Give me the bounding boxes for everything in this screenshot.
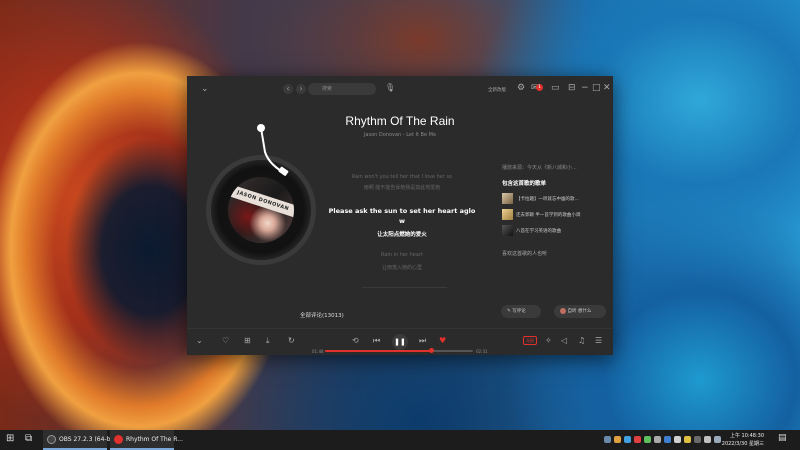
lyric-active-line-wrap: w	[398, 217, 405, 225]
settings-icon[interactable]: ⚙	[517, 84, 525, 93]
search-input[interactable]	[308, 83, 376, 95]
playlists-heading: 包含这首歌的歌单	[502, 181, 547, 187]
write-comment-label: 写评论	[512, 309, 526, 314]
obs-icon	[47, 435, 56, 444]
clock-date: 2022/3/30 星期三	[721, 441, 764, 447]
taskbar-app-music[interactable]: Rhythm Of The R...	[110, 430, 183, 450]
lyric-next-line: Rain in her heart	[381, 252, 423, 258]
like-heart-icon[interactable]: ♡	[222, 337, 229, 345]
progress-fill	[325, 350, 432, 352]
heart-mode-icon[interactable]: ♥	[439, 337, 446, 345]
tray-app-icon[interactable]	[664, 436, 671, 443]
tray-app-icon[interactable]	[684, 436, 691, 443]
time-total: 02:31	[476, 349, 488, 354]
repeat-icon[interactable]: ⟲	[352, 337, 359, 345]
write-comment-button[interactable]: ✎ 写评论	[501, 305, 541, 318]
tray-app-icon[interactable]	[614, 436, 621, 443]
quality-badge[interactable]: 无损	[523, 336, 537, 345]
player-bar: ⌄ ♡ ⊞ ⤓ ↻ ⟲ ⏮ ❚❚ ⏭ ♥ 01:48 02:31 无损 ✧ ◁ …	[187, 328, 613, 355]
clock[interactable]: 上午 10:48:30 2022/3/30 星期三	[722, 432, 764, 448]
playlist-label: 【卡拉趣】一听就忘中幽的歌...	[516, 197, 579, 202]
lyric-divider	[362, 287, 447, 288]
clock-time: 上午 10:48:30	[729, 433, 764, 439]
tray-app-icon[interactable]	[654, 436, 661, 443]
tray-app-icon[interactable]	[674, 436, 681, 443]
music-player-window: ⌄ ‹ › ⌕ 🎙 全新改版 ⚙ ✉ 1 ▭ ⊟ − □ ✕ Rhythm Of…	[187, 76, 613, 355]
progress-bar[interactable]	[325, 348, 473, 353]
forward-button[interactable]: ›	[296, 84, 306, 94]
lyric-prev-line: Rain won't you tell her that I love her …	[351, 174, 453, 180]
notification-icon[interactable]: ▤	[778, 434, 787, 443]
mini-mode-icon[interactable]: ⊟	[568, 84, 576, 93]
playlist-item[interactable]: 还去郭颖 半一首学到的歌曲小调	[502, 209, 602, 221]
windows-start-icon[interactable]: ⊞	[6, 434, 14, 444]
volume-icon[interactable]: ◁	[561, 337, 567, 345]
progress-knob[interactable]	[429, 348, 435, 353]
play-source-text[interactable]: 播放来源：今天从《新八城和小...	[502, 164, 577, 171]
time-current: 01:48	[312, 349, 324, 354]
next-track-icon[interactable]: ⏭	[419, 337, 426, 345]
download-icon[interactable]: ⤓	[266, 337, 270, 345]
taskbar-app-obs[interactable]: OBS 27.2.3 (64-bi...	[43, 430, 118, 450]
title-bar: ⌄ ‹ › ⌕ 🎙 全新改版 ⚙ ✉ 1 ▭ ⊟ − □ ✕	[187, 76, 613, 102]
microphone-icon[interactable]: 🎙	[385, 84, 395, 92]
taskbar-app-label: OBS 27.2.3 (64-bi...	[59, 436, 118, 443]
message-badge: 1	[536, 84, 543, 91]
playlist-thumbnail	[502, 193, 513, 204]
close-icon[interactable]: ✕	[603, 84, 611, 93]
listen-together-icon[interactable]: ♫	[578, 337, 585, 345]
similar-listeners-heading[interactable]: 喜欢这首歌的人也听	[502, 250, 547, 257]
minimize-icon[interactable]: −	[581, 84, 589, 93]
lyric-active-line: Please ask the sun to set her heart aglo	[328, 207, 476, 215]
tray-app-icon[interactable]	[624, 436, 631, 443]
tray-ime-icon[interactable]	[714, 436, 721, 443]
tonearm-icon	[257, 124, 289, 176]
album-cover: JASON DONOVAN	[228, 177, 294, 243]
playlist-label: 还去郭颖 半一首学到的歌曲小调	[516, 213, 581, 218]
tray-volume-icon[interactable]	[704, 436, 711, 443]
maximize-icon[interactable]: □	[592, 84, 601, 93]
listen-together-button[interactable]: 自听 想什么	[554, 305, 606, 318]
playlist-queue-icon[interactable]: ☰	[595, 337, 602, 345]
lyric-prev-translation: 雨啊 能不能告诉她我是如此地爱她	[363, 185, 441, 191]
sound-effect-icon[interactable]: ✧	[545, 337, 552, 345]
taskbar-app-label: Rhythm Of The R...	[126, 436, 183, 443]
task-view-icon[interactable]: ⧉	[25, 434, 32, 444]
album-cover-text: JASON DONOVAN	[228, 181, 294, 221]
tray-app-icon[interactable]	[644, 436, 651, 443]
collect-icon[interactable]: ⊞	[244, 337, 251, 345]
playlist-item[interactable]: 八首在学习英语的歌曲	[502, 225, 602, 237]
skin-icon[interactable]: ▭	[551, 84, 560, 93]
back-button[interactable]: ‹	[283, 84, 293, 94]
tray-network-icon[interactable]	[604, 436, 611, 443]
listen-together-label: 自听 想什么	[567, 309, 592, 314]
pause-button[interactable]: ❚❚	[392, 334, 408, 350]
collapse-chevron-icon[interactable]: ⌄	[196, 337, 203, 345]
collapse-chevron-icon[interactable]: ⌄	[201, 85, 209, 94]
playlist-label: 八首在学习英语的歌曲	[516, 229, 561, 234]
playlist-item[interactable]: 【卡拉趣】一听就忘中幽的歌...	[502, 193, 602, 205]
lyric-active-translation: 让太阳点燃她的爱火	[377, 232, 427, 238]
tray-app-icon[interactable]	[634, 436, 641, 443]
tray-app-icon[interactable]	[694, 436, 701, 443]
music-app-icon	[114, 435, 123, 444]
comments-count[interactable]: 全部评论(13013)	[300, 311, 344, 319]
taskbar: ⊞ ⧉ OBS 27.2.3 (64-bi... Rhythm Of The R…	[0, 430, 800, 450]
avatar-icon	[560, 307, 566, 314]
playlist-thumbnail	[502, 225, 513, 236]
playlist-thumbnail	[502, 209, 513, 220]
lyric-next-translation: 让雨落入她的心里	[381, 265, 422, 271]
share-icon[interactable]: ↻	[288, 337, 295, 345]
previous-track-icon[interactable]: ⏮	[373, 337, 380, 345]
promo-link[interactable]: 全新改版	[488, 87, 506, 93]
